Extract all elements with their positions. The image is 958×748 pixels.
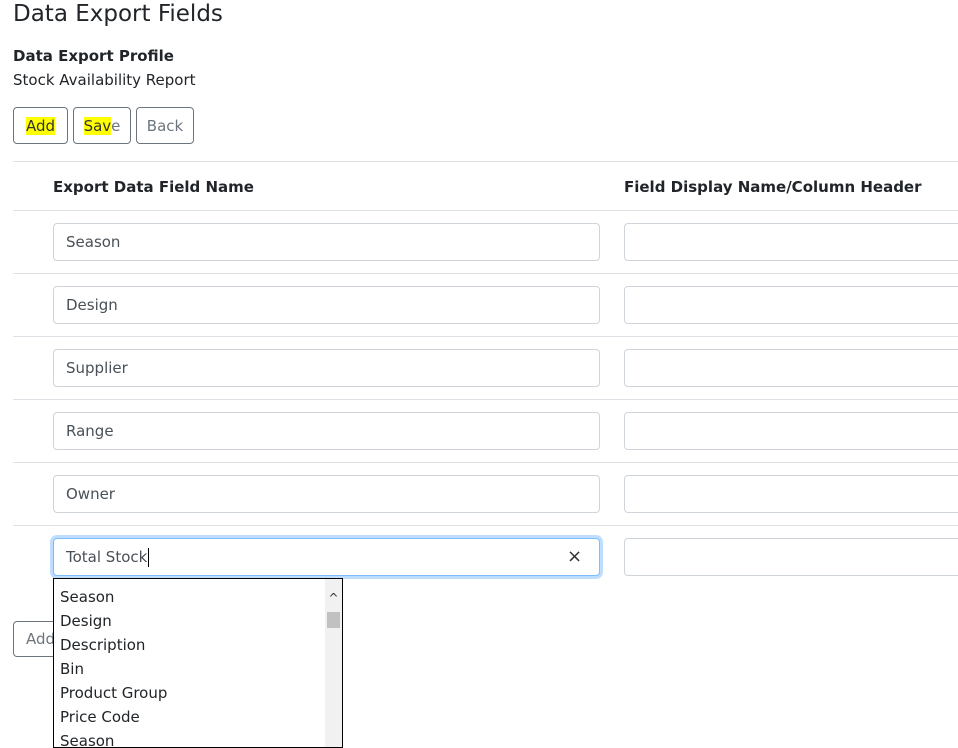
profile-name: Stock Availability Report [13, 71, 196, 89]
add-button-label: Add [25, 116, 56, 135]
field-name-value: Supplier [66, 359, 128, 377]
field-name-value: Owner [66, 485, 115, 503]
dropdown-option[interactable]: Bin [54, 657, 326, 681]
divider [13, 210, 958, 211]
page-title: Data Export Fields [13, 1, 223, 27]
save-button-label-highlighted: Sav [83, 116, 112, 135]
field-name-value: Design [66, 296, 118, 314]
divider [13, 161, 958, 162]
autocomplete-dropdown[interactable]: Season Design Description Bin Product Gr… [53, 578, 343, 748]
scroll-up-icon[interactable]: ^ [325, 589, 342, 607]
display-name-input[interactable] [624, 349, 958, 387]
row-divider [13, 273, 958, 274]
add-button[interactable]: Add [13, 107, 68, 144]
row-divider [13, 525, 958, 526]
dropdown-option[interactable]: Description [54, 633, 326, 657]
field-name-input[interactable]: Season [53, 223, 600, 261]
column-header-field-name: Export Data Field Name [53, 178, 254, 196]
profile-label: Data Export Profile [13, 47, 174, 65]
field-name-input[interactable]: Supplier [53, 349, 600, 387]
display-name-input[interactable] [624, 223, 958, 261]
add-row-button-label: Add [26, 630, 56, 648]
dropdown-option[interactable]: Product Group [54, 681, 326, 705]
save-button-label-rest: e [111, 116, 121, 135]
save-button[interactable]: Sav e [73, 107, 131, 144]
clear-icon[interactable]: × [567, 547, 582, 567]
display-name-input[interactable] [624, 412, 958, 450]
dropdown-option[interactable]: Season [54, 729, 326, 747]
display-name-input[interactable] [624, 475, 958, 513]
row-divider [13, 462, 958, 463]
text-caret [148, 547, 150, 567]
dropdown-option[interactable]: Design [54, 609, 326, 633]
scrollbar-thumb[interactable] [327, 612, 340, 628]
field-name-value: Range [66, 422, 114, 440]
display-name-input[interactable] [624, 538, 958, 576]
field-name-input-active[interactable]: Total Stock × [53, 538, 600, 576]
back-button[interactable]: Back [136, 107, 194, 144]
display-name-input[interactable] [624, 286, 958, 324]
dropdown-list: Season Design Description Bin Product Gr… [54, 585, 326, 747]
row-divider [13, 399, 958, 400]
dropdown-option[interactable]: Price Code [54, 705, 326, 729]
column-header-display-name: Field Display Name/Column Header [624, 178, 922, 196]
dropdown-option[interactable]: Season [54, 585, 326, 609]
row-divider [13, 336, 958, 337]
field-name-input[interactable]: Design [53, 286, 600, 324]
field-name-input[interactable]: Owner [53, 475, 600, 513]
field-name-value: Total Stock [66, 548, 148, 566]
field-name-input[interactable]: Range [53, 412, 600, 450]
back-button-label: Back [146, 116, 184, 135]
field-name-value: Season [66, 233, 121, 251]
